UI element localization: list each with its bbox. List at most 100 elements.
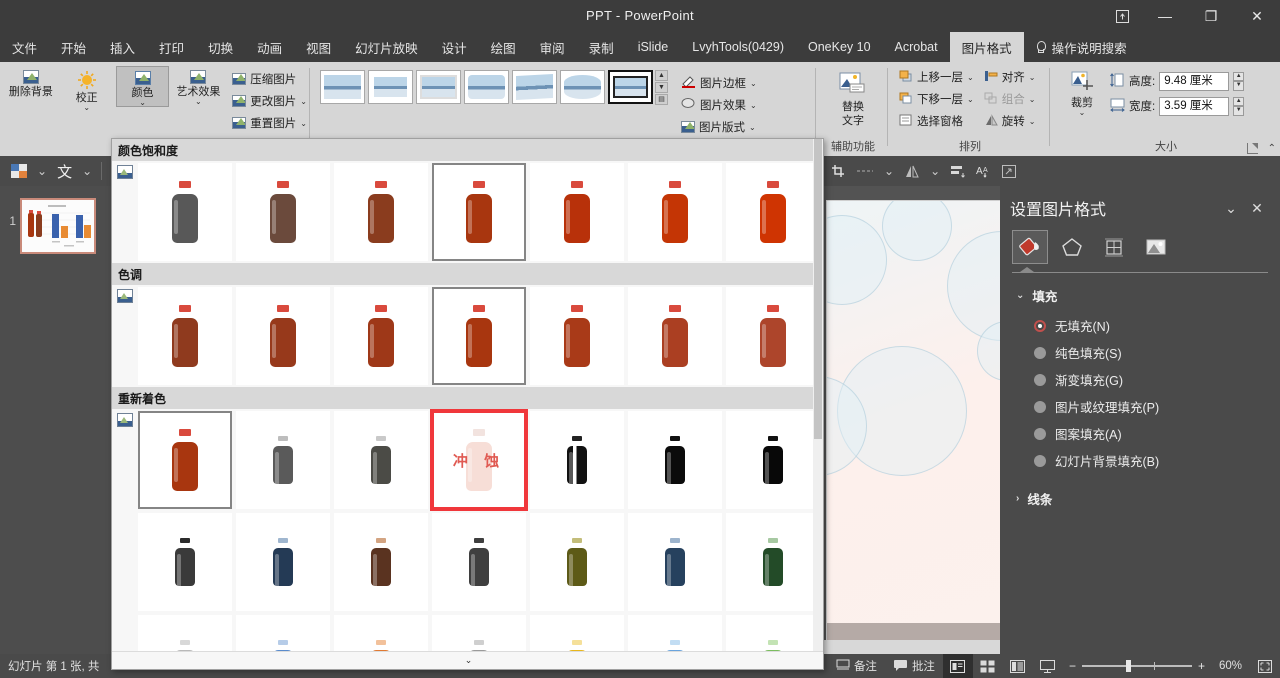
fill-color-icon[interactable] bbox=[6, 156, 32, 186]
tab-animations[interactable]: 动画 bbox=[245, 32, 294, 62]
text-size-icon[interactable]: AA bbox=[971, 156, 997, 186]
tone-cell-2[interactable] bbox=[236, 287, 330, 385]
text-chinese-icon[interactable]: 文 bbox=[52, 156, 77, 186]
tab-home[interactable]: 开始 bbox=[49, 32, 98, 62]
selection-pane-button[interactable]: 选择窗格 bbox=[896, 110, 977, 132]
saturation-cell-1[interactable] bbox=[138, 163, 232, 261]
height-spinner[interactable]: ▲ ▼ bbox=[1233, 71, 1245, 91]
line-section-header[interactable]: › 线条 bbox=[1000, 482, 1280, 515]
saturation-cell-5[interactable] bbox=[530, 163, 624, 261]
fill-option-no-fill[interactable]: 无填充(N) bbox=[1000, 312, 1280, 339]
zoom-slider[interactable]: − + bbox=[1063, 659, 1211, 673]
picture-border-button[interactable]: 图片边框 ⌄ bbox=[678, 72, 760, 94]
picture-style-6[interactable] bbox=[560, 70, 605, 104]
picture-icon[interactable] bbox=[1138, 230, 1174, 264]
width-input[interactable]: 3.59 厘米 bbox=[1159, 96, 1230, 116]
border-style-icon[interactable] bbox=[851, 156, 879, 186]
group-button[interactable]: 组合 ⌄ bbox=[981, 88, 1039, 110]
slide-thumbnail-1[interactable] bbox=[20, 198, 96, 254]
reading-view-button[interactable] bbox=[1003, 654, 1033, 678]
zoom-level-label[interactable]: 60% bbox=[1211, 660, 1250, 672]
recolor-cell-r2-7[interactable] bbox=[726, 513, 820, 611]
close-icon[interactable]: ✕ bbox=[1244, 195, 1270, 221]
picture-style-4[interactable] bbox=[464, 70, 509, 104]
size-layout-icon[interactable] bbox=[1096, 230, 1132, 264]
tab-slideshow[interactable]: 幻灯片放映 bbox=[343, 32, 430, 62]
rotate-button[interactable]: 旋转 ⌄ bbox=[981, 110, 1039, 132]
color-button[interactable]: 颜色 ⌄ bbox=[115, 66, 170, 107]
tab-draw[interactable]: 绘图 bbox=[479, 32, 528, 62]
slide-sorter-view-button[interactable] bbox=[973, 654, 1003, 678]
styles-scroll-down-icon[interactable]: ▼ bbox=[655, 82, 668, 93]
fill-option-picture-texture[interactable]: 图片或纹理填充(P) bbox=[1000, 393, 1280, 420]
saturation-cell-4-selected[interactable] bbox=[432, 163, 526, 261]
zoom-handle[interactable] bbox=[1125, 660, 1131, 672]
send-backward-button[interactable]: 下移一层 ⌄ bbox=[896, 88, 977, 110]
align-small-icon[interactable] bbox=[945, 156, 971, 186]
fill-color-chevron-icon[interactable]: ⌄ bbox=[32, 156, 52, 186]
minimize-button[interactable]: — bbox=[1142, 0, 1188, 32]
styles-scroll-up-icon[interactable]: ▲ bbox=[655, 70, 668, 81]
recolor-cell-r2-1[interactable] bbox=[138, 513, 232, 611]
remove-background-button[interactable]: 删除背景 bbox=[4, 66, 58, 98]
tone-cell-5[interactable] bbox=[530, 287, 624, 385]
fill-option-pattern[interactable]: 图案填充(A) bbox=[1000, 420, 1280, 447]
artistic-effects-button[interactable]: 艺术效果 ⌄ bbox=[171, 66, 225, 106]
tab-view[interactable]: 视图 bbox=[294, 32, 343, 62]
picture-style-1[interactable] bbox=[320, 70, 365, 104]
fill-option-solid[interactable]: 纯色填充(S) bbox=[1000, 339, 1280, 366]
align-button[interactable]: 对齐 ⌄ bbox=[981, 66, 1039, 88]
pentagon-icon[interactable] bbox=[1054, 230, 1090, 264]
size-dialog-launcher[interactable] bbox=[1247, 143, 1258, 154]
comments-button[interactable]: 批注 bbox=[885, 654, 943, 678]
tab-design[interactable]: 设计 bbox=[430, 32, 479, 62]
tone-cell-4-selected[interactable] bbox=[432, 287, 526, 385]
fit-slide-to-window-button[interactable] bbox=[1250, 654, 1280, 678]
recolor-cell-none-selected[interactable] bbox=[138, 411, 232, 509]
tab-transitions[interactable]: 切换 bbox=[196, 32, 245, 62]
zoom-in-button[interactable]: + bbox=[1198, 659, 1205, 673]
picture-style-5[interactable] bbox=[512, 70, 557, 104]
rotate-small-icon[interactable] bbox=[899, 156, 925, 186]
tell-me-search[interactable]: 操作说明搜索 bbox=[1024, 32, 1137, 62]
tone-cell-1[interactable] bbox=[138, 287, 232, 385]
tab-print[interactable]: 打印 bbox=[147, 32, 196, 62]
alt-text-button[interactable]: 替换 文字 bbox=[825, 68, 881, 127]
width-spinner[interactable]: ▲ ▼ bbox=[1233, 96, 1245, 116]
compress-picture-button[interactable]: 压缩图片 bbox=[229, 68, 310, 90]
tab-lvyhtools[interactable]: LvyhTools(0429) bbox=[680, 32, 796, 62]
maximize-button[interactable]: ❐ bbox=[1188, 0, 1234, 32]
width-spin-down-icon[interactable]: ▼ bbox=[1233, 106, 1245, 116]
saturation-cell-2[interactable] bbox=[236, 163, 330, 261]
zoom-track[interactable] bbox=[1081, 660, 1192, 672]
normal-view-button[interactable] bbox=[942, 654, 973, 678]
tab-file[interactable]: 文件 bbox=[0, 32, 49, 62]
picture-styles-scroll[interactable]: ▲ ▼ ▤ bbox=[655, 70, 668, 105]
recolor-cell-r2-5[interactable] bbox=[530, 513, 624, 611]
tone-cell-7[interactable] bbox=[726, 287, 820, 385]
more-options-icon[interactable] bbox=[997, 156, 1021, 186]
picture-layout-button[interactable]: 图片版式 ⌄ bbox=[678, 116, 760, 138]
ribbon-display-options-icon[interactable] bbox=[1102, 0, 1142, 32]
zoom-out-button[interactable]: − bbox=[1069, 659, 1076, 673]
paint-bucket-icon[interactable] bbox=[1012, 230, 1048, 264]
height-spin-up-icon[interactable]: ▲ bbox=[1233, 71, 1245, 81]
picture-style-2[interactable] bbox=[368, 70, 413, 104]
recolor-cell-r2-3[interactable] bbox=[334, 513, 428, 611]
color-gallery-dropdown[interactable]: 颜色饱和度 色调 重新着色 冲 蚀 ⌄ bbox=[111, 138, 824, 670]
saturation-cell-7[interactable] bbox=[726, 163, 820, 261]
fill-option-gradient[interactable]: 渐变填充(G) bbox=[1000, 366, 1280, 393]
tab-islide[interactable]: iSlide bbox=[626, 32, 681, 62]
chevron-down-icon[interactable]: ⌄ bbox=[1218, 195, 1244, 221]
slideshow-view-button[interactable] bbox=[1033, 654, 1063, 678]
tab-insert[interactable]: 插入 bbox=[98, 32, 147, 62]
tab-onekey[interactable]: OneKey 10 bbox=[796, 32, 883, 62]
width-spin-up-icon[interactable]: ▲ bbox=[1233, 96, 1245, 106]
bring-forward-button[interactable]: 上移一层 ⌄ bbox=[896, 66, 977, 88]
text-chevron-icon[interactable]: ⌄ bbox=[77, 156, 97, 186]
gallery-more-row[interactable]: ⌄ bbox=[112, 651, 823, 669]
width-field-row[interactable]: 宽度: 3.59 厘米 ▲ ▼ bbox=[1110, 95, 1245, 117]
recolor-cell-black-2[interactable] bbox=[726, 411, 820, 509]
gallery-scrollbar[interactable] bbox=[813, 139, 823, 669]
notes-button[interactable]: 备注 bbox=[828, 654, 885, 678]
